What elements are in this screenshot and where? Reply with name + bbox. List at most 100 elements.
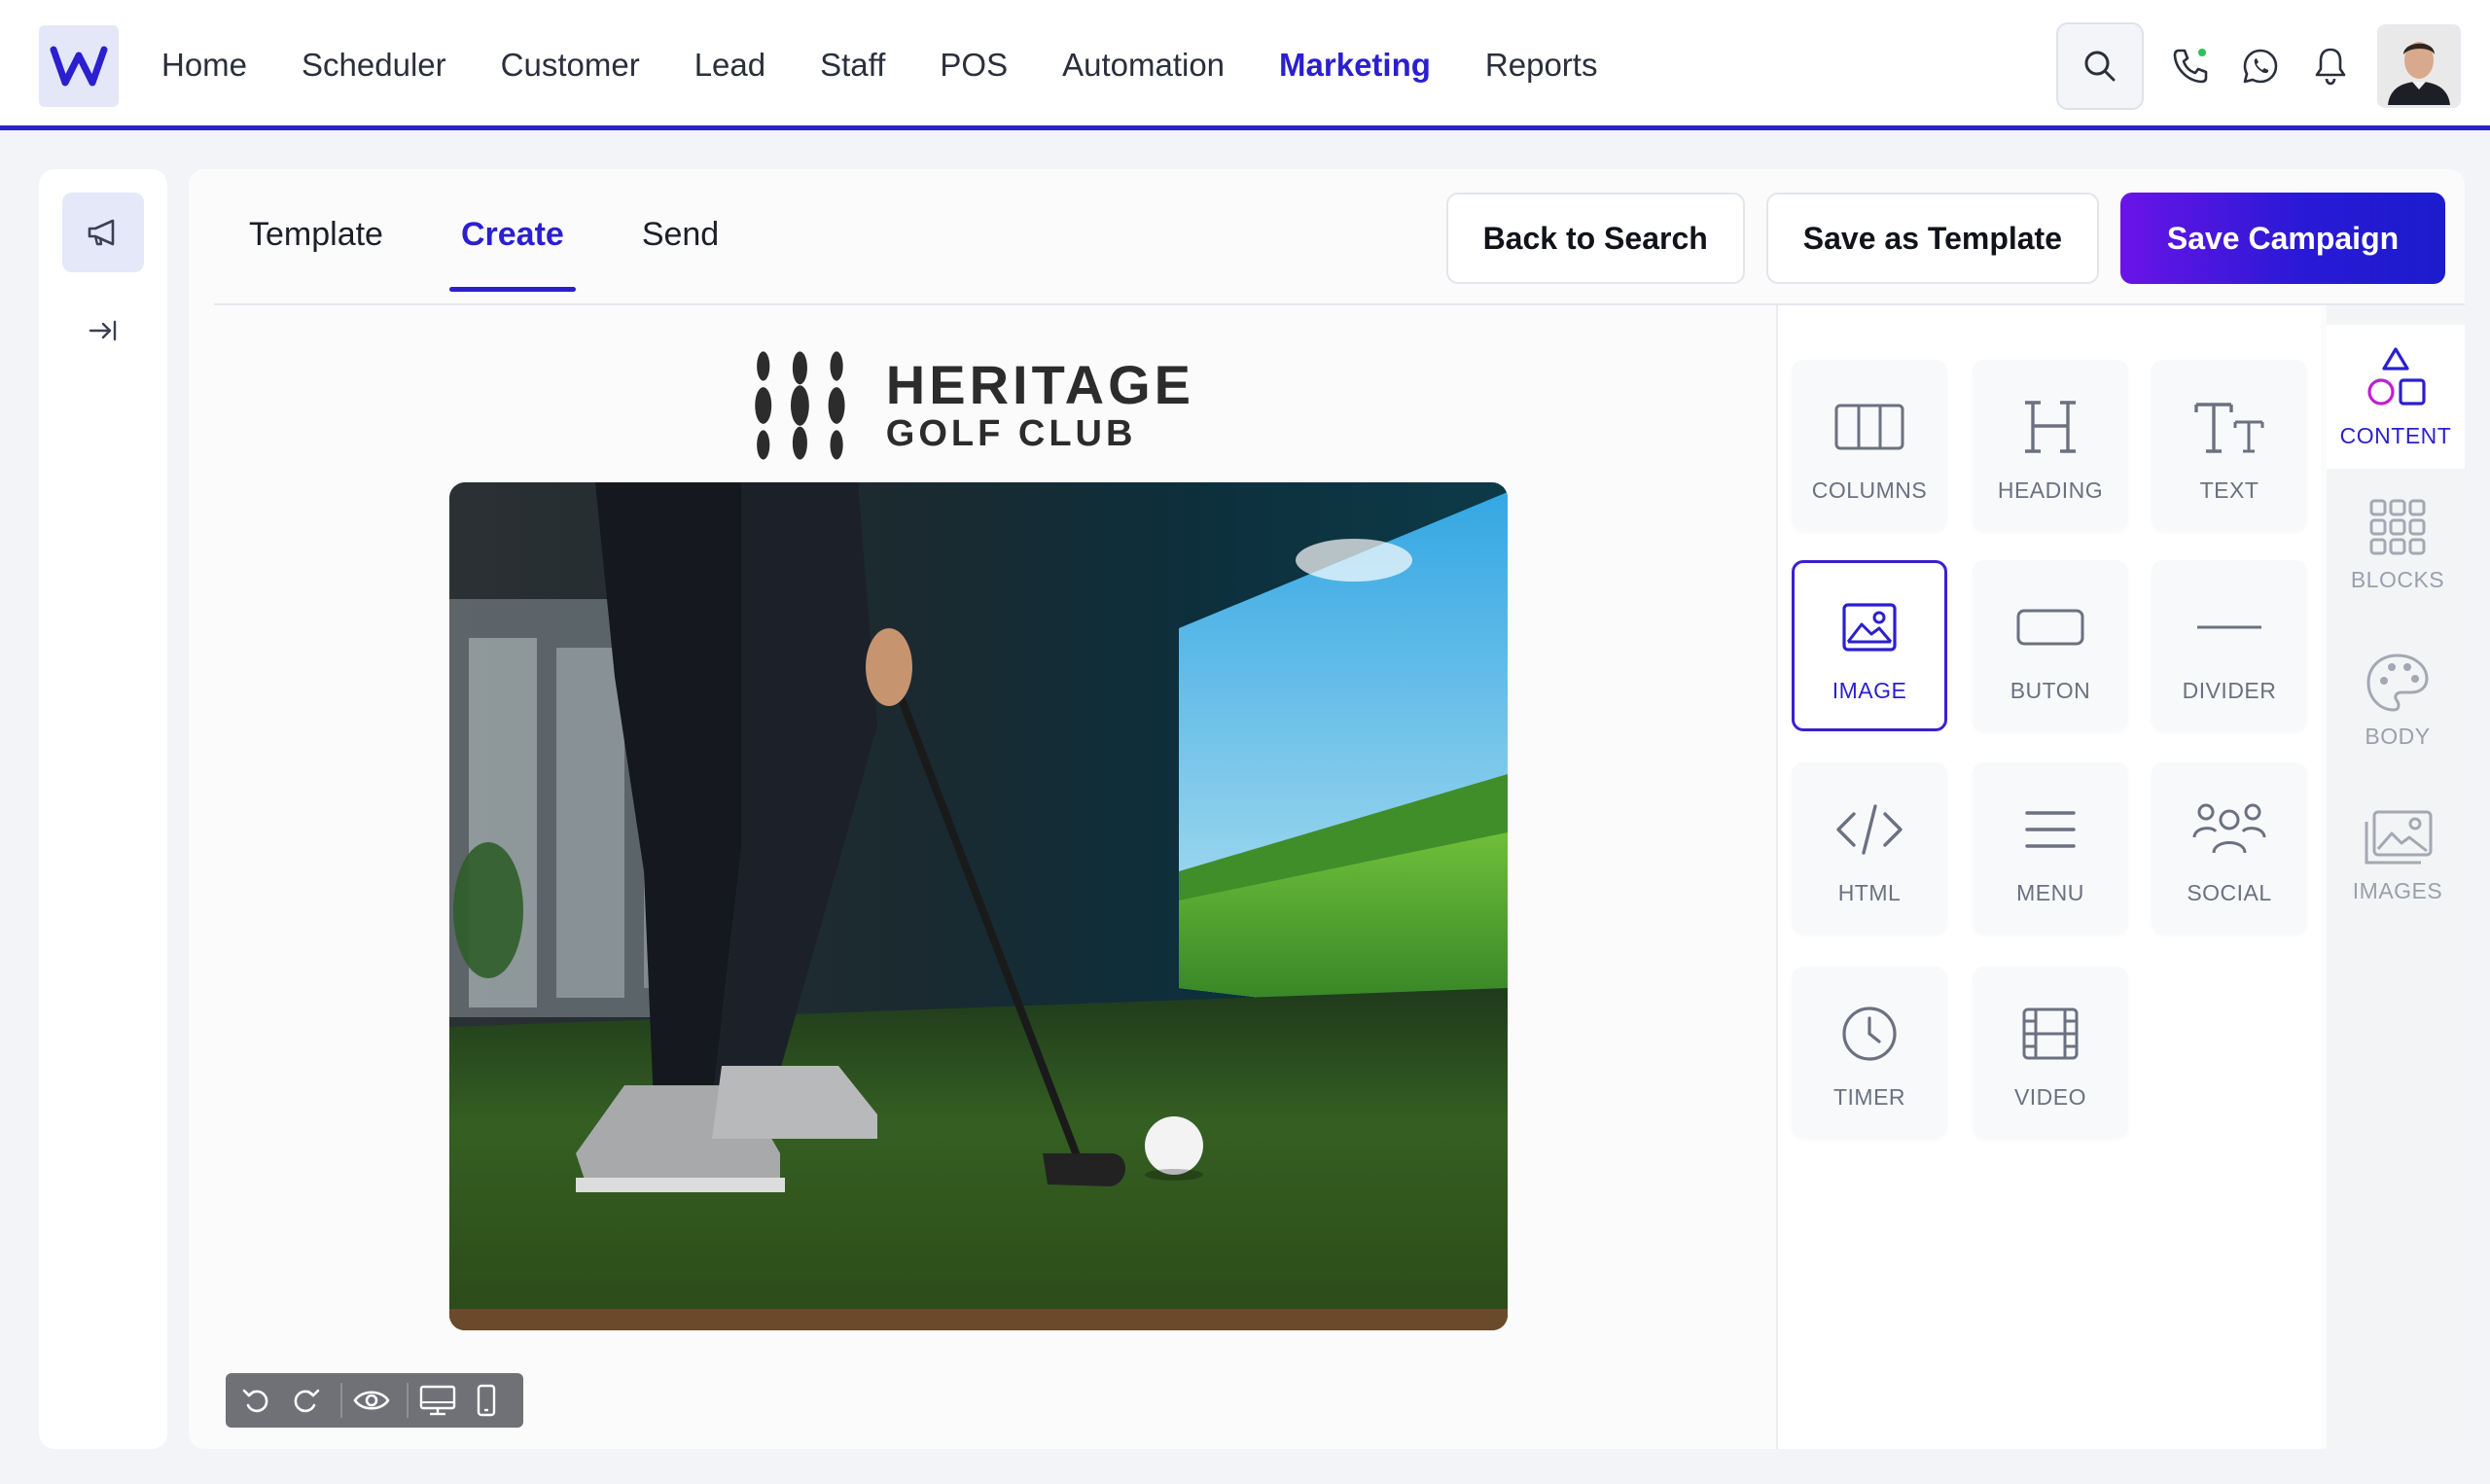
app-logo[interactable] (39, 25, 119, 107)
tool-label: COLUMNS (1811, 477, 1928, 503)
tool-label: VIDEO (2013, 1083, 2087, 1110)
search-button[interactable] (2056, 22, 2144, 110)
nav-item-lead[interactable]: Lead (694, 47, 765, 84)
nav-item-staff[interactable]: Staff (820, 47, 885, 84)
undo-button[interactable] (235, 1379, 278, 1422)
heritage-logo-mark (755, 351, 845, 460)
tool-label: TIMER (1832, 1083, 1906, 1110)
tool-label: MENU (2016, 879, 2084, 905)
user-avatar[interactable] (2377, 24, 2461, 108)
sidetab-label: BODY (2365, 723, 2431, 749)
arrow-to-right-icon (89, 320, 117, 341)
sidetab-label: IMAGES (2352, 877, 2443, 903)
tool-timer[interactable]: TIMER (1792, 967, 1947, 1138)
eye-icon (353, 1391, 390, 1410)
images-icon (2365, 810, 2433, 864)
sidetab-content[interactable]: CONTENT (2327, 325, 2465, 469)
brand-title: HERITAGE (885, 354, 1194, 415)
desktop-view-button[interactable] (416, 1379, 459, 1422)
tab-create[interactable]: Create (448, 169, 576, 300)
text-icon (2194, 402, 2264, 453)
preview-button[interactable] (350, 1379, 393, 1422)
sidetab-body[interactable]: BODY (2329, 628, 2467, 772)
tool-html[interactable]: HTML (1792, 762, 1947, 934)
panel-side-tabs: CONTENT BLOCKS BODY IMAGES (2327, 305, 2465, 1449)
nav-item-marketing[interactable]: Marketing (1279, 47, 1431, 84)
whatsapp-icon (2243, 49, 2278, 84)
people-icon (2192, 803, 2266, 853)
nav-item-reports[interactable]: Reports (1485, 47, 1598, 84)
sidetab-images[interactable]: IMAGES (2329, 784, 2467, 928)
tool-label: SOCIAL (2187, 879, 2272, 905)
tool-social[interactable]: SOCIAL (2152, 762, 2307, 934)
campaigns-rail-button[interactable] (62, 193, 144, 272)
canvas-toolbar (226, 1373, 523, 1428)
avatar-photo (2380, 27, 2458, 105)
tool-label: TEXT (2199, 477, 2259, 503)
search-icon (2084, 51, 2116, 82)
hero-image[interactable] (449, 482, 1508, 1330)
top-navigation-bar: Home Scheduler Customer Lead Staff POS A… (0, 0, 2490, 130)
nav-item-automation[interactable]: Automation (1062, 47, 1225, 84)
main-nav: Home Scheduler Customer Lead Staff POS A… (161, 0, 1652, 130)
megaphone-icon (88, 219, 115, 246)
tool-heading[interactable]: HEADING (1973, 360, 2128, 531)
bell-icon (2315, 48, 2346, 86)
golf-simulator-photo (449, 482, 1508, 1330)
columns-icon (1834, 404, 1904, 449)
tab-send[interactable]: Send (630, 169, 730, 300)
code-icon (1836, 803, 1903, 855)
sidetab-label: BLOCKS (2350, 566, 2445, 592)
phone-button[interactable] (2167, 43, 2214, 89)
top-actions (2056, 22, 2461, 110)
button-icon (2016, 609, 2084, 645)
tool-label: HEADING (1997, 477, 2104, 503)
grid-icon (2369, 499, 2426, 554)
tool-label: HTML (1837, 879, 1902, 905)
tool-divider[interactable]: DIVIDER (2152, 560, 2307, 731)
tool-menu[interactable]: MENU (1973, 762, 2128, 934)
clock-icon (1842, 1006, 1897, 1061)
expand-rail-button[interactable] (80, 307, 126, 354)
palette-icon (2366, 653, 2429, 712)
tool-text[interactable]: TEXT (2152, 360, 2307, 531)
desktop-icon (419, 1385, 456, 1416)
nav-item-home[interactable]: Home (161, 47, 247, 84)
menu-icon (2025, 810, 2076, 848)
undo-icon (242, 1389, 268, 1413)
tool-columns[interactable]: COLUMNS (1792, 360, 1947, 531)
save-campaign-button[interactable]: Save Campaign (2120, 193, 2445, 284)
save-as-template-button[interactable]: Save as Template (1765, 193, 2099, 284)
tool-button[interactable]: BUTON (1973, 560, 2128, 731)
nav-item-scheduler[interactable]: Scheduler (302, 47, 446, 84)
editor-tabs: Template Create Send (237, 169, 785, 300)
redo-button[interactable] (284, 1379, 327, 1422)
tool-label: DIVIDER (2182, 677, 2277, 703)
heading-icon (2025, 400, 2076, 453)
content-tools-panel: COLUMNS HEADING TEXT IMAGE BUTON DIVIDER… (1776, 305, 2321, 1449)
image-icon (1842, 602, 1897, 652)
sidetab-label: CONTENT (2339, 422, 2452, 448)
divider-icon (2197, 625, 2261, 628)
tool-image[interactable]: IMAGE (1792, 560, 1947, 731)
brand-logo-block[interactable]: HERITAGE GOLF CLUB (743, 344, 1194, 467)
redo-icon (294, 1389, 320, 1413)
email-canvas[interactable]: HERITAGE GOLF CLUB (214, 305, 1776, 1449)
nav-item-pos[interactable]: POS (940, 47, 1008, 84)
back-to-search-button[interactable]: Back to Search (1445, 193, 1745, 284)
tab-template[interactable]: Template (237, 169, 395, 300)
tool-video[interactable]: VIDEO (1973, 967, 2128, 1138)
mobile-icon (477, 1384, 496, 1417)
brand-subtitle: GOLF CLUB (885, 413, 1137, 454)
sidetab-blocks[interactable]: BLOCKS (2329, 473, 2467, 617)
whatsapp-button[interactable] (2237, 43, 2284, 89)
w-logo-icon (50, 46, 108, 87)
campaign-editor: Template Create Send Back to Search Save… (189, 169, 2465, 1449)
toolbar-separator (340, 1383, 342, 1418)
notifications-button[interactable] (2307, 43, 2354, 89)
mobile-view-button[interactable] (465, 1379, 508, 1422)
brand-text: HERITAGE GOLF CLUB (885, 354, 1194, 455)
shapes-icon (2367, 346, 2426, 406)
film-icon (2022, 1007, 2079, 1059)
nav-item-customer[interactable]: Customer (501, 47, 640, 84)
